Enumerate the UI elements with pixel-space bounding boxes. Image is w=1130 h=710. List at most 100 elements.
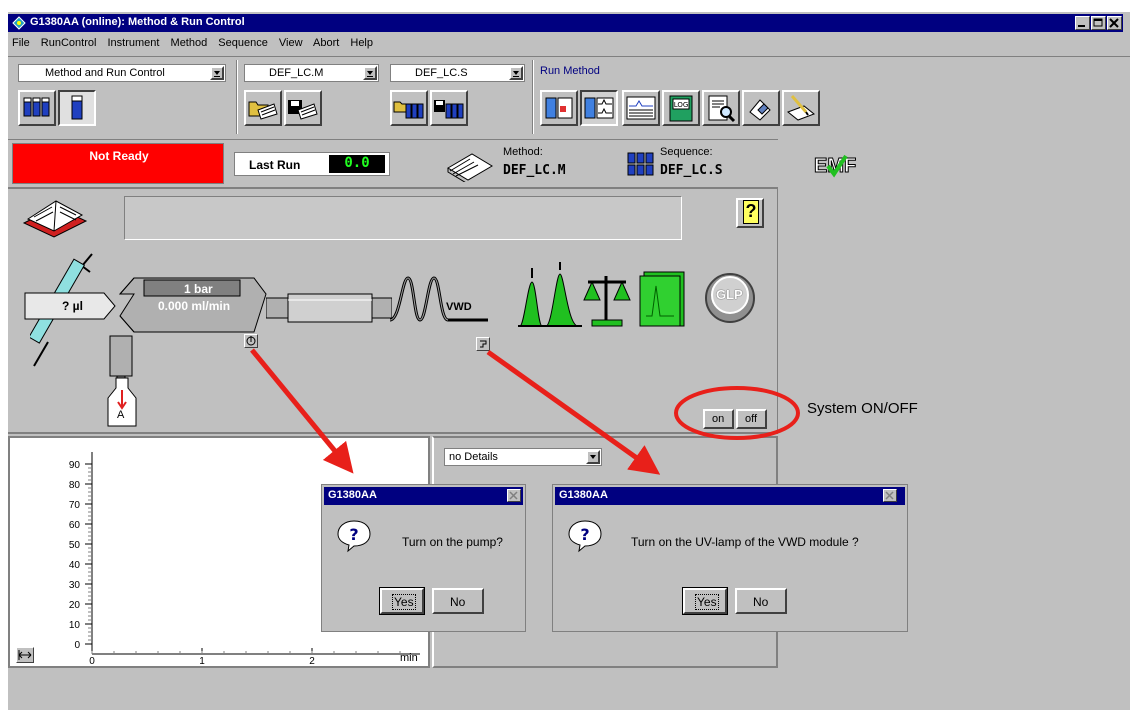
- pump-power-icon[interactable]: [244, 334, 258, 348]
- message-field: [124, 196, 682, 240]
- load-method-button[interactable]: [244, 90, 282, 126]
- dialog-message: Turn on the pump?: [402, 535, 503, 549]
- maximize-button[interactable]: [1091, 16, 1106, 30]
- vials-view-button[interactable]: [18, 90, 56, 126]
- menu-view[interactable]: View: [279, 37, 303, 49]
- report-layout-button[interactable]: [622, 90, 660, 126]
- dropdown-arrow-icon[interactable]: [363, 66, 377, 80]
- dialog-message: Turn on the UV-lamp of the VWD module ?: [631, 535, 859, 549]
- help-button[interactable]: ?: [736, 198, 764, 228]
- system-on-button[interactable]: on: [703, 409, 734, 429]
- review-button[interactable]: [702, 90, 740, 126]
- y-tick-label: 30: [69, 580, 81, 591]
- data-analysis-button[interactable]: [580, 90, 618, 126]
- sequence-value: DEF_LC.S: [660, 163, 723, 178]
- method-label: Method:: [503, 146, 543, 158]
- method-run-button[interactable]: [540, 90, 578, 126]
- menu-help[interactable]: Help: [350, 37, 373, 49]
- glp-icon[interactable]: GLP: [704, 268, 756, 328]
- signature-button[interactable]: [742, 90, 780, 126]
- yes-label: Yes: [392, 594, 416, 610]
- y-tick-label: 10: [69, 620, 81, 631]
- log-button[interactable]: LOG: [662, 90, 700, 126]
- dropdown-arrow-icon[interactable]: [509, 66, 523, 80]
- sequence-select[interactable]: DEF_LC.S: [390, 64, 525, 82]
- on-label: on: [712, 413, 725, 425]
- details-select[interactable]: no Details: [444, 448, 602, 466]
- solvent-bottle[interactable]: A: [106, 376, 138, 428]
- menu-sequence[interactable]: Sequence: [218, 37, 268, 49]
- zoom-fit-button[interactable]: [16, 647, 34, 663]
- system-onoff-caption: System ON/OFF: [807, 400, 918, 417]
- not-ready-indicator: Not Ready: [12, 143, 224, 184]
- pump-pressure: 1 bar: [184, 282, 213, 296]
- chromatogram-icon: [626, 96, 656, 120]
- report-icon[interactable]: [638, 270, 686, 328]
- glp-label: GLP: [716, 287, 743, 302]
- open-method-icon: [248, 101, 278, 120]
- yes-button[interactable]: Yes: [682, 587, 728, 615]
- column-icon[interactable]: [265, 292, 393, 324]
- method-select-value: DEF_LC.M: [269, 67, 324, 79]
- data-analysis-icon: [584, 97, 614, 119]
- toolbar-separator: [532, 60, 534, 134]
- y-tick-label: 80: [69, 480, 81, 491]
- menu-method[interactable]: Method: [171, 37, 208, 49]
- minimize-button[interactable]: [1075, 16, 1090, 30]
- single-vial-button[interactable]: [58, 90, 96, 126]
- menu-file[interactable]: File: [12, 37, 30, 49]
- dialog-title: G1380AA: [559, 489, 608, 501]
- sample-tray-icon: [23, 97, 50, 117]
- detector-peaks-icon[interactable]: VWD: [389, 274, 490, 326]
- dialog-close-button[interactable]: [883, 489, 897, 502]
- method-book-icon: [444, 146, 496, 185]
- logbook-icon: LOG: [669, 95, 693, 122]
- pump-box[interactable]: 1 bar 0.000 ml/min: [118, 276, 268, 334]
- approve-method-button[interactable]: [782, 90, 820, 126]
- menu-instrument[interactable]: Instrument: [108, 37, 160, 49]
- toolbar-divider: [8, 56, 1130, 57]
- save-sequence-icon: [434, 100, 464, 119]
- pen-book-icon: [787, 95, 815, 121]
- view-select-value: Method and Run Control: [45, 67, 165, 79]
- y-tick-label: 60: [69, 520, 81, 531]
- app-icon: [12, 16, 26, 30]
- yes-button[interactable]: Yes: [379, 587, 425, 615]
- save-sequence-button[interactable]: [430, 90, 468, 126]
- injector-box[interactable]: ? µl: [24, 292, 116, 320]
- detector-label: VWD: [446, 301, 472, 313]
- view-select[interactable]: Method and Run Control: [18, 64, 226, 82]
- dropdown-arrow-icon[interactable]: [586, 450, 600, 464]
- log-icon-text: LOG: [674, 101, 689, 109]
- yes-label: Yes: [695, 594, 719, 610]
- y-tick-label: 40: [69, 560, 81, 571]
- calibration-balance-icon[interactable]: [582, 272, 632, 328]
- emf-icon: EMF: [812, 150, 868, 178]
- x-unit-label: min: [400, 652, 418, 664]
- details-select-value: no Details: [449, 451, 498, 463]
- save-method-button[interactable]: [284, 90, 322, 126]
- x-tick-label: 0: [89, 656, 95, 667]
- menu-abort[interactable]: Abort: [313, 37, 339, 49]
- dropdown-arrow-icon[interactable]: [210, 66, 224, 80]
- system-off-button[interactable]: off: [736, 409, 767, 429]
- lamp-power-icon[interactable]: [476, 337, 490, 351]
- open-sequence-icon: [393, 101, 424, 119]
- dialog-title-bar[interactable]: G1380AA: [324, 487, 523, 505]
- expand-arrows-icon: [18, 650, 32, 660]
- window-title-bar[interactable]: G1380AA (online): Method & Run Control: [8, 14, 1123, 32]
- x-tick-label: 1: [199, 656, 205, 667]
- last-run-value: 0.0: [329, 155, 385, 173]
- no-button[interactable]: No: [432, 588, 484, 614]
- dialog-close-button[interactable]: [507, 489, 521, 502]
- load-sequence-button[interactable]: [390, 90, 428, 126]
- method-info-book-icon[interactable]: [20, 193, 90, 239]
- no-button[interactable]: No: [735, 588, 787, 614]
- run-method-label: Run Method: [540, 65, 600, 77]
- integration-peaks-icon[interactable]: [518, 262, 582, 328]
- menu-runcontrol[interactable]: RunControl: [41, 37, 97, 49]
- svg-text:?: ?: [349, 525, 358, 544]
- close-button[interactable]: [1107, 16, 1122, 30]
- method-select[interactable]: DEF_LC.M: [244, 64, 379, 82]
- dialog-title-bar[interactable]: G1380AA: [555, 487, 905, 505]
